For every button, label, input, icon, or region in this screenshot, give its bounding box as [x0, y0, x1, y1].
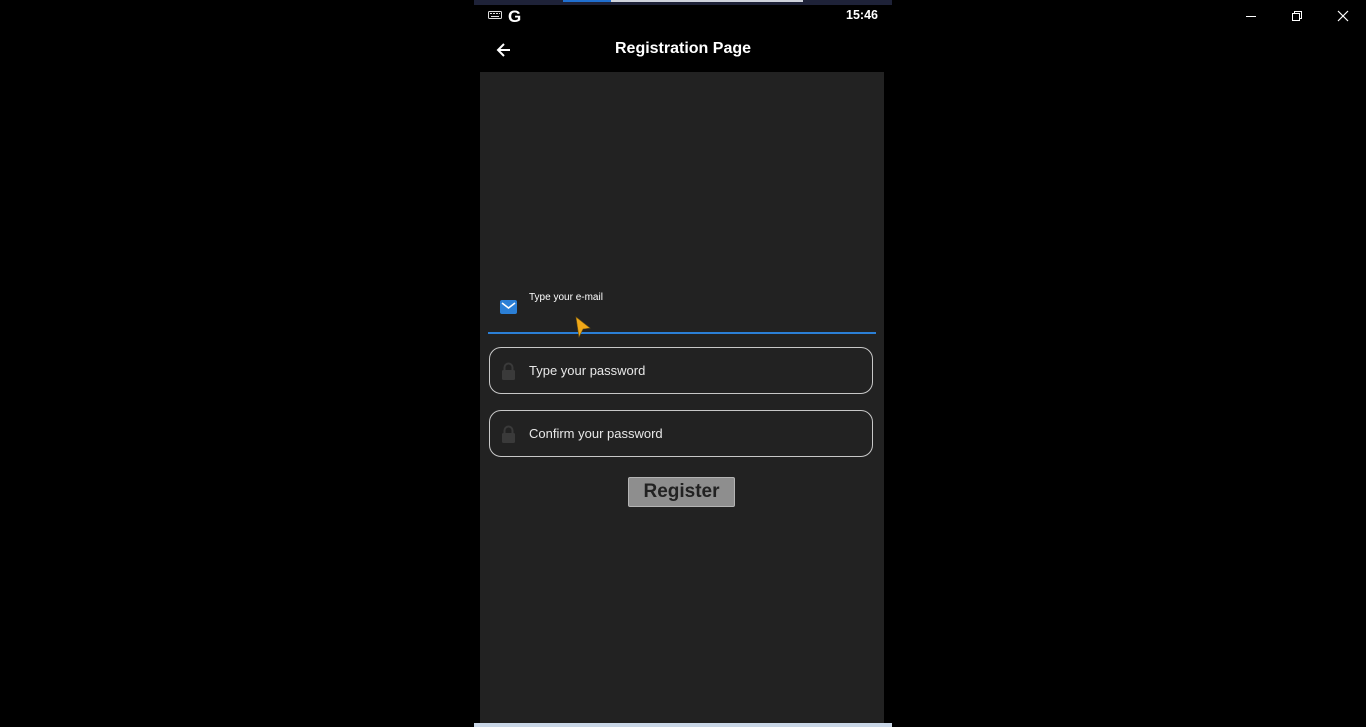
status-bar: G 15:46 [474, 6, 892, 26]
restore-icon [1292, 11, 1302, 21]
top-bar-segment [563, 0, 611, 2]
phone-screen: G 15:46 Registration Page Type your e-ma… [474, 0, 892, 727]
restore-button[interactable] [1274, 4, 1320, 28]
top-bar-segment [611, 0, 803, 2]
email-field-label: Type your e-mail [529, 292, 603, 303]
status-time: 15:46 [846, 8, 878, 22]
confirm-password-placeholder: Confirm your password [529, 426, 663, 441]
app-bar: Registration Page [474, 28, 892, 72]
lock-icon [502, 425, 515, 443]
mouse-cursor-icon [575, 316, 591, 338]
close-icon [1337, 10, 1349, 22]
page-title: Registration Page [614, 40, 752, 57]
mail-icon [500, 300, 517, 314]
register-button[interactable]: Register [628, 477, 735, 507]
registration-form: Type your e-mail Type your password Conf… [480, 72, 884, 723]
password-placeholder: Type your password [529, 363, 646, 378]
emulator-top-bar [474, 0, 892, 5]
emulator-bottom-bar [474, 723, 892, 727]
keyboard-icon [488, 11, 502, 19]
minimize-icon [1246, 16, 1256, 17]
password-field[interactable]: Type your password [489, 347, 873, 394]
close-button[interactable] [1320, 4, 1366, 28]
minimize-button[interactable] [1228, 4, 1274, 28]
google-icon: G [508, 7, 522, 26]
email-field[interactable]: Type your e-mail [488, 284, 876, 334]
confirm-password-field[interactable]: Confirm your password [489, 410, 873, 457]
lock-icon [502, 362, 515, 380]
